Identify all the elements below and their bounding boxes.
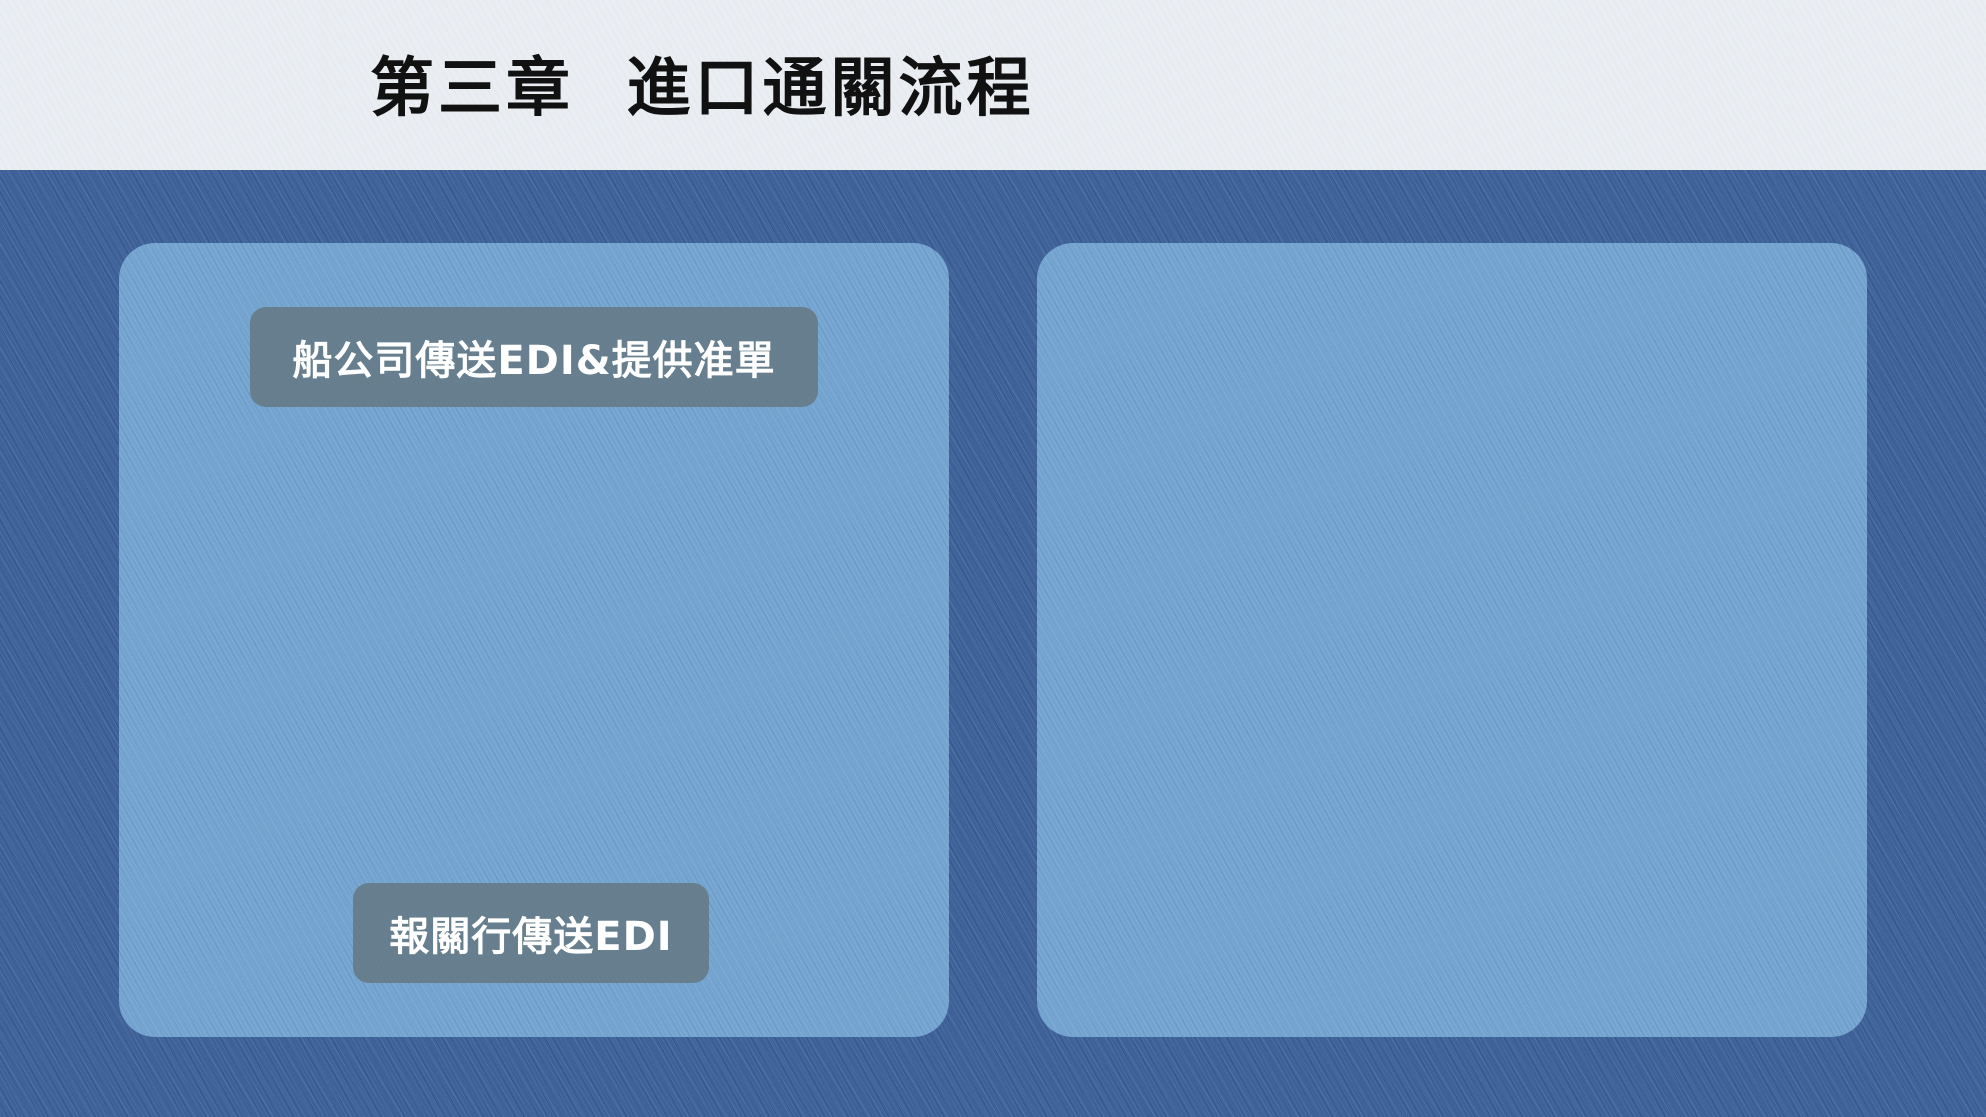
step-shipping-company-edi: 船公司傳送EDI&提供准單 — [250, 307, 818, 407]
step-label: 船公司傳送EDI&提供准單 — [292, 338, 776, 384]
right-panel — [1037, 243, 1867, 1037]
left-panel: 船公司傳送EDI&提供准單 報關行傳送EDI — [119, 243, 949, 1037]
step-customs-broker-edi: 報關行傳送EDI — [353, 883, 709, 983]
slide-title: 第三章 進口通關流程 — [370, 52, 1035, 126]
step-label: 報關行傳送EDI — [389, 914, 673, 960]
slide: 第三章 進口通關流程 船公司傳送EDI&提供准單 報關行傳送EDI — [0, 0, 1986, 1117]
header-bar: 第三章 進口通關流程 — [0, 0, 1986, 170]
